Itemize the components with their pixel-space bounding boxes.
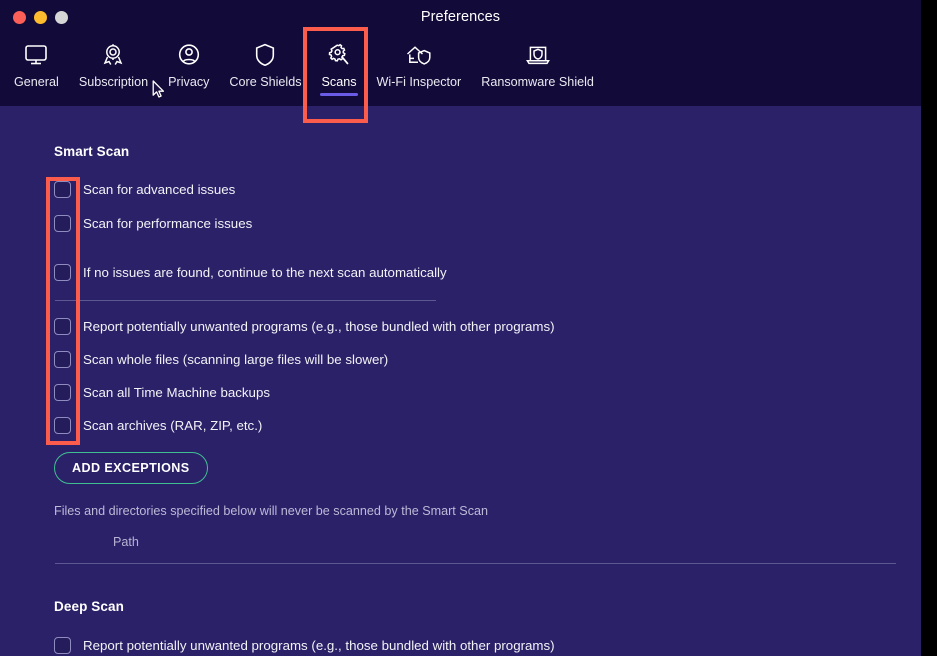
tab-general[interactable]: General — [4, 36, 69, 89]
checkbox-scan-whole-files[interactable] — [54, 350, 71, 368]
tab-ransomware-shield-label: Ransomware Shield — [481, 75, 594, 89]
option-label: Report potentially unwanted programs (e.… — [83, 318, 555, 334]
option-continue-next-scan[interactable]: If no issues are found, continue to the … — [54, 263, 895, 281]
checkbox-scan-archives[interactable] — [54, 416, 71, 434]
tab-core-shields[interactable]: Core Shields — [219, 36, 311, 89]
window-titlebar: Preferences — [0, 0, 921, 36]
path-column-header: Path — [113, 535, 139, 549]
option-report-pup-smart[interactable]: Report potentially unwanted programs (e.… — [54, 317, 895, 335]
house-shield-icon — [404, 40, 434, 70]
option-label: Scan for performance issues — [83, 215, 253, 231]
tab-core-shields-label: Core Shields — [229, 75, 302, 89]
checkbox-scan-performance-issues[interactable] — [54, 214, 71, 232]
tab-privacy[interactable]: Privacy — [158, 36, 219, 89]
smart-scan-heading: Smart Scan — [54, 144, 130, 159]
shield-icon — [253, 40, 277, 70]
tab-scans[interactable]: Scans — [312, 36, 367, 96]
tab-subscription-label: Subscription — [78, 75, 149, 89]
window-title: Preferences — [420, 9, 501, 25]
tab-ransomware-shield[interactable]: Ransomware Shield — [471, 36, 604, 89]
monitor-icon — [23, 40, 49, 70]
scans-settings-panel: Smart Scan Scan for advanced issues Scan… — [0, 106, 921, 656]
tab-subscription[interactable]: Subscription — [69, 36, 158, 89]
option-label: Scan for advanced issues — [83, 181, 236, 197]
checkbox-report-pup-smart[interactable] — [54, 317, 71, 335]
tab-general-label: General — [14, 75, 59, 89]
deep-scan-heading: Deep Scan — [54, 599, 124, 614]
magnifier-gear-icon — [326, 40, 352, 70]
add-exceptions-button[interactable]: ADD EXCEPTIONS — [54, 452, 208, 484]
checkbox-scan-time-machine[interactable] — [54, 383, 71, 401]
option-label: Scan whole files (scanning large files w… — [83, 351, 389, 367]
checkbox-report-pup-deep[interactable] — [54, 636, 71, 654]
option-label: Scan archives (RAR, ZIP, etc.) — [83, 417, 263, 433]
option-scan-archives[interactable]: Scan archives (RAR, ZIP, etc.) — [54, 416, 895, 434]
exceptions-note: Files and directories specified below wi… — [54, 504, 489, 518]
option-scan-time-machine[interactable]: Scan all Time Machine backups — [54, 383, 895, 401]
option-scan-whole-files[interactable]: Scan whole files (scanning large files w… — [54, 350, 895, 368]
checkbox-scan-advanced-issues[interactable] — [54, 180, 71, 198]
option-scan-advanced-issues[interactable]: Scan for advanced issues — [54, 180, 895, 198]
option-label: If no issues are found, continue to the … — [83, 264, 447, 280]
award-ribbon-icon — [100, 40, 126, 70]
option-label: Report potentially unwanted programs (e.… — [83, 637, 555, 653]
preferences-toolbar: General Subscription Privacy Core Shield… — [0, 36, 921, 106]
laptop-shield-icon — [524, 40, 552, 70]
section-divider — [55, 300, 436, 301]
tab-wifi-inspector-label: Wi-Fi Inspector — [376, 75, 462, 89]
preferences-window: Preferences General Subscription Privacy… — [0, 0, 921, 656]
option-scan-performance-issues[interactable]: Scan for performance issues — [54, 214, 895, 232]
checkbox-continue-next-scan[interactable] — [54, 263, 71, 281]
add-exceptions-row: ADD EXCEPTIONS — [54, 452, 895, 484]
active-tab-indicator — [320, 93, 359, 96]
tab-scans-label: Scans — [321, 75, 357, 89]
tab-privacy-label: Privacy — [168, 75, 210, 89]
option-label: Scan all Time Machine backups — [83, 384, 270, 400]
option-report-pup-deep[interactable]: Report potentially unwanted programs (e.… — [54, 636, 895, 654]
user-circle-icon — [176, 40, 202, 70]
tab-wifi-inspector[interactable]: Wi-Fi Inspector — [367, 36, 472, 89]
path-table-divider — [55, 563, 896, 564]
